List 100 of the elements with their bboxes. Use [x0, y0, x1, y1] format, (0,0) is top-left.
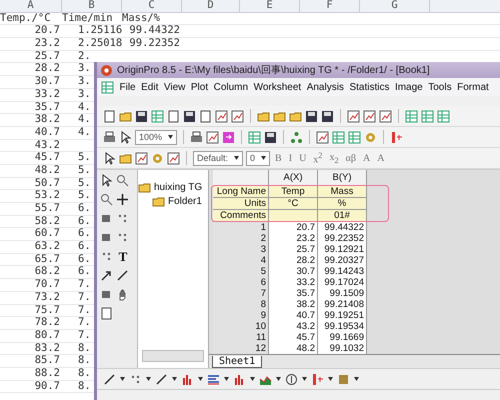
menu-item[interactable]: Image: [394, 82, 423, 92]
zoom-dropdown[interactable]: 100%: [135, 130, 178, 144]
chart-icon[interactable]: [215, 110, 228, 122]
format-button[interactable]: U: [297, 152, 308, 164]
pointer-icon[interactable]: [119, 130, 132, 144]
document-icon[interactable]: [103, 110, 116, 122]
grid-icon[interactable]: [101, 80, 114, 94]
circle-icon[interactable]: [285, 372, 298, 386]
folder-icon[interactable]: [119, 110, 132, 122]
caret-icon[interactable]: [120, 377, 125, 381]
save-icon[interactable]: [305, 110, 318, 122]
scatter-icon[interactable]: [116, 231, 129, 244]
folder-icon[interactable]: [273, 110, 286, 122]
format-button[interactable]: B: [273, 152, 284, 164]
menu-item[interactable]: Column: [214, 82, 248, 92]
chart-icon[interactable]: [135, 152, 148, 164]
box-icon[interactable]: [337, 372, 350, 386]
column-header[interactable]: C: [122, 0, 182, 12]
scrollbar[interactable]: [142, 350, 204, 362]
menu-item[interactable]: Format: [457, 82, 489, 92]
menu-item[interactable]: View: [164, 82, 186, 92]
column-header[interactable]: A: [0, 0, 62, 12]
save-icon[interactable]: [183, 110, 196, 122]
caret-icon[interactable]: [302, 377, 307, 381]
document-icon[interactable]: [167, 110, 180, 122]
folder-icon[interactable]: [257, 110, 270, 122]
crosshair-icon[interactable]: [116, 193, 129, 206]
caret-icon[interactable]: [198, 377, 203, 381]
menu-item[interactable]: Worksheet: [254, 82, 302, 92]
chart-icon[interactable]: [167, 152, 180, 164]
chart-icon[interactable]: [363, 110, 376, 122]
chart-icon[interactable]: [316, 130, 330, 144]
rectangle-icon[interactable]: [100, 288, 113, 301]
sheet-tab[interactable]: Sheet1: [212, 356, 262, 368]
grid-icon[interactable]: [348, 130, 362, 144]
column-header[interactable]: D: [182, 0, 240, 12]
chart-icon[interactable]: [206, 130, 220, 144]
arrow-icon[interactable]: [100, 269, 113, 282]
caret-icon[interactable]: [261, 156, 266, 160]
chart-icon[interactable]: [347, 110, 360, 122]
caret-icon[interactable]: [146, 377, 151, 381]
column-header[interactable]: G: [360, 0, 430, 12]
hierarchy-icon[interactable]: [290, 130, 304, 144]
caret-icon[interactable]: [354, 377, 359, 381]
zoom-icon[interactable]: [116, 174, 129, 187]
caret-icon[interactable]: [328, 377, 333, 381]
format-button[interactable]: x$_{2}$: [327, 152, 341, 164]
folder-icon[interactable]: [152, 194, 165, 208]
format-button[interactable]: A: [360, 152, 372, 164]
folder-icon[interactable]: [138, 180, 151, 194]
menu-item[interactable]: Tools: [428, 82, 452, 92]
document-icon[interactable]: [100, 307, 113, 320]
text-tool[interactable]: T: [116, 250, 130, 267]
grid-icon[interactable]: [332, 130, 346, 144]
menu-item[interactable]: Analysis: [306, 82, 344, 92]
format-button[interactable]: I: [286, 152, 294, 164]
caret-icon[interactable]: [172, 377, 177, 381]
printer-icon[interactable]: [103, 130, 116, 144]
folder-icon[interactable]: [289, 110, 302, 122]
document-icon[interactable]: [199, 110, 212, 122]
menu-item[interactable]: Plot: [190, 82, 208, 92]
save-icon[interactable]: [264, 130, 278, 144]
format-button[interactable]: αβ: [344, 152, 358, 164]
save-icon[interactable]: [135, 110, 148, 122]
menu-item[interactable]: Statistics: [349, 82, 390, 92]
grid-icon[interactable]: [405, 110, 418, 122]
format-button[interactable]: x$^{2}$: [311, 150, 324, 166]
menu-item[interactable]: Edit: [141, 82, 158, 92]
line-icon[interactable]: [155, 372, 168, 386]
add-column-icon[interactable]: [311, 372, 324, 386]
caret-icon[interactable]: [234, 156, 240, 160]
bar-chart-icon[interactable]: [181, 372, 194, 386]
bar-chart-icon[interactable]: [233, 372, 246, 386]
chart-icon[interactable]: [379, 110, 392, 122]
save-icon[interactable]: [321, 110, 334, 122]
grid-icon[interactable]: [421, 110, 434, 122]
printer-icon[interactable]: [190, 130, 204, 144]
caret-icon[interactable]: [250, 377, 255, 381]
scatter-icon[interactable]: [100, 250, 113, 263]
zoom-icon[interactable]: [100, 193, 113, 206]
pointer-icon[interactable]: [103, 152, 116, 164]
caret-icon[interactable]: [224, 377, 229, 381]
font-dropdown[interactable]: Default:: [193, 150, 244, 166]
grid-icon[interactable]: [437, 110, 450, 122]
folder-icon[interactable]: [119, 152, 132, 164]
format-button[interactable]: A: [375, 152, 386, 164]
caret-icon[interactable]: [276, 377, 281, 381]
rectangle-icon[interactable]: [100, 231, 113, 244]
chart-icon[interactable]: [231, 110, 244, 122]
scatter-icon[interactable]: [116, 212, 129, 225]
column-header[interactable]: F: [300, 0, 360, 12]
pointer-icon[interactable]: [100, 174, 113, 187]
size-dropdown[interactable]: 0: [246, 150, 270, 166]
caret-icon[interactable]: [168, 135, 174, 139]
column-header[interactable]: B: [62, 0, 122, 12]
column-header[interactable]: E: [240, 0, 300, 12]
lines-icon[interactable]: [207, 372, 220, 386]
add-column-icon[interactable]: [390, 130, 404, 144]
tree-item[interactable]: Folder1: [168, 196, 202, 206]
line-icon[interactable]: [103, 372, 116, 386]
